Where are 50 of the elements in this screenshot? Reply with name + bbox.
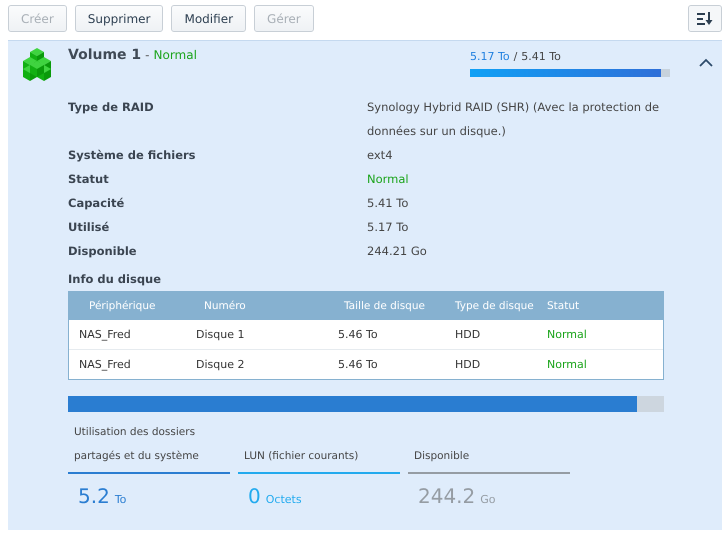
detail-label: Type de RAID [68,99,155,116]
sort-icon [697,12,713,26]
legend-label: Utilisation des dossiers partagés et du système [68,420,230,474]
detail-value: 5.17 To [367,219,410,236]
legend-value: 244.2 [418,484,476,508]
column-header: Statut [547,300,580,312]
legend-unit: To [114,493,126,506]
table-cell-text: Disque 2 [196,358,246,371]
detail-label: Système de fichiers [68,147,197,164]
legend-unit: Octets [266,493,302,506]
detail-value: Normal [367,171,410,188]
column-header: Taille de disque [343,300,426,312]
legend-value: 5.2 [78,484,110,508]
table-cell-text: 5.46 To [338,328,379,341]
column-header: Périphérique [88,300,156,312]
legend-unit: Go [480,493,496,506]
table-cell-text: Normal [547,358,588,371]
detail-value: Synology Hybrid RAID (SHR) (Avec la protection de données sur un disque.) [367,99,660,140]
detail-label: Capacité [68,195,126,212]
table-cell-text: HDD [455,328,482,341]
legend-label: LUN (fichier courants) [238,444,400,474]
column-header: Numéro [203,300,247,312]
table-cell-text: NAS_Fred [79,358,132,371]
total-capacity: 5.41 To [521,50,561,63]
table-cell-text: Disque 1 [196,328,246,341]
detail-label: Utilisé [68,219,110,236]
toolbar-button[interactable]: Modifier [171,5,246,32]
toolbar-button[interactable]: Supprimer [74,5,164,32]
chevron-icon [698,57,714,69]
detail-label: Disponible [68,243,138,260]
detail-value: 5.41 To [367,195,410,212]
sort-button[interactable] [688,5,722,32]
used-capacity: 5.17 To [470,50,510,63]
table-cell-text: 5.46 To [338,358,379,371]
collapse-button[interactable] [698,57,714,69]
detail-value: 244.21 Go [367,243,428,260]
table-cell-text: HDD [455,358,482,371]
legend-label: Disponible [408,444,570,474]
table-cell-text: Normal [547,328,588,341]
column-header: Type de disque [455,300,535,312]
volume-title: Volume 1 [68,47,142,63]
section-title: Info du disque [68,272,162,286]
volume-status: Normal [154,48,197,62]
legend-value: 0 [248,484,261,508]
cubes-icon [20,47,54,81]
slash-separator: / [514,50,518,63]
title-separator: - [145,48,150,62]
detail-label: Statut [68,171,110,188]
detail-value: ext4 [367,147,394,164]
table-cell-text: NAS_Fred [79,328,132,341]
